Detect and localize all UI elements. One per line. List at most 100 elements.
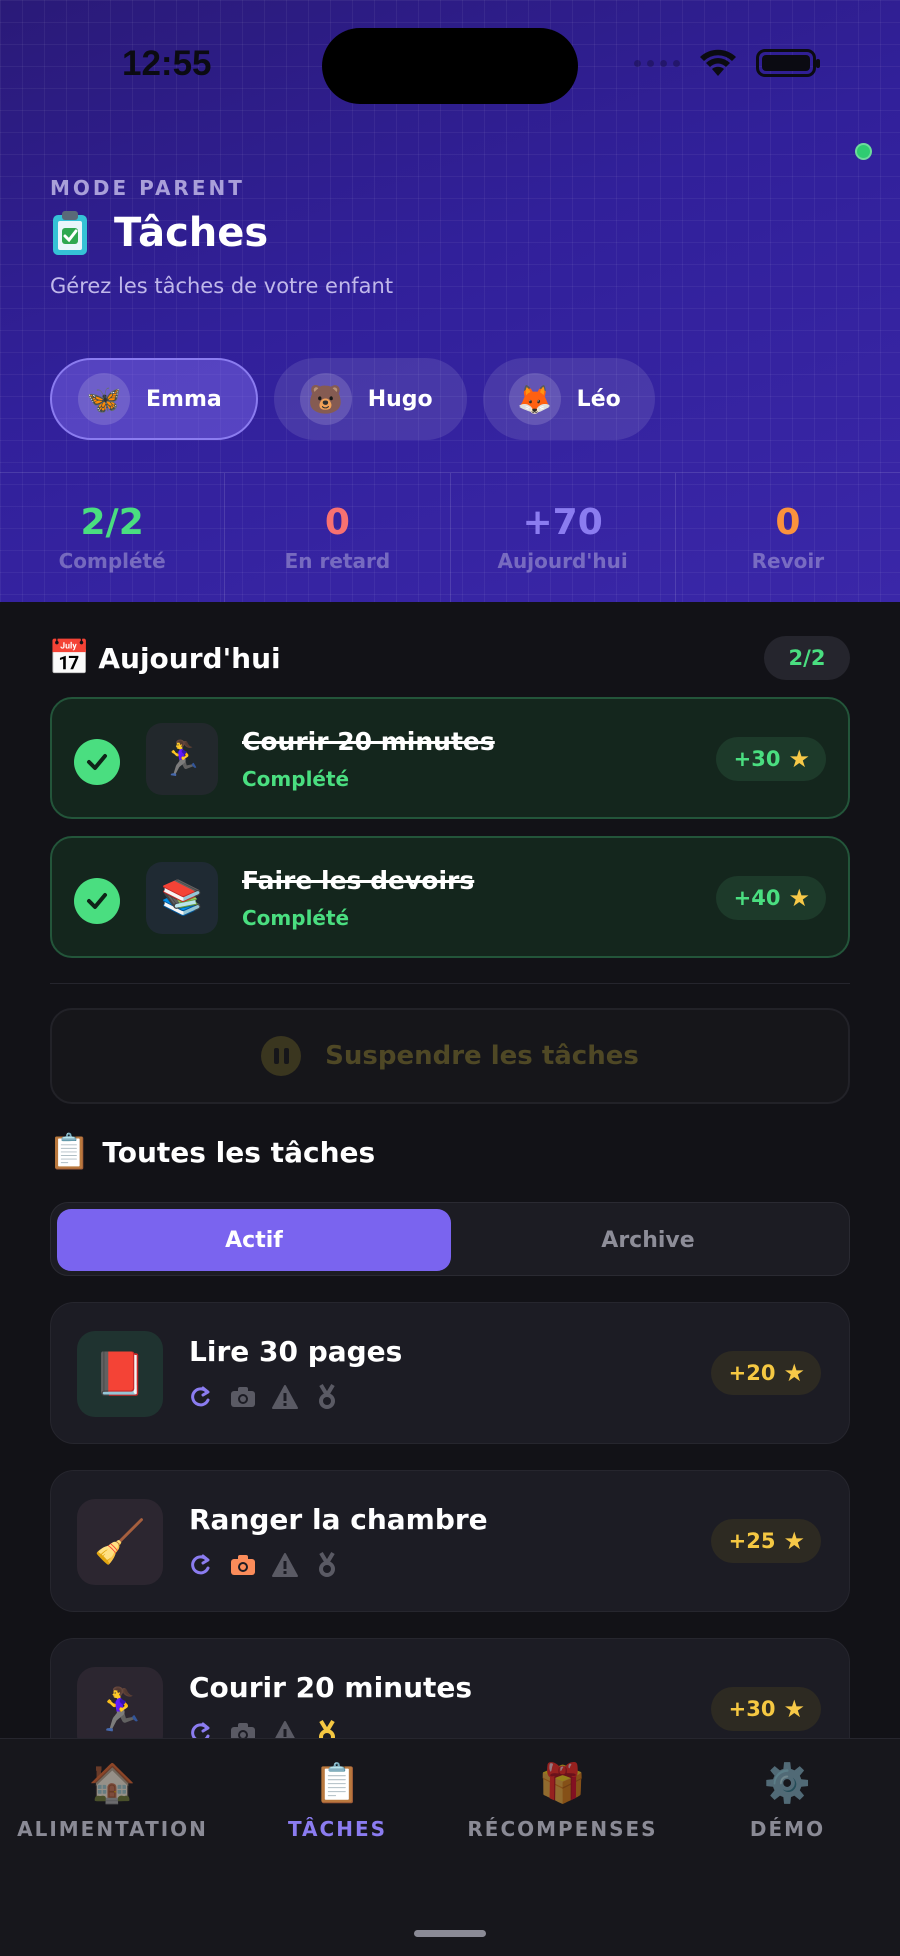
stat-value: +70 bbox=[522, 502, 603, 543]
running-icon: 🏃‍♀️ bbox=[77, 1667, 163, 1738]
wifi-icon bbox=[700, 49, 736, 76]
home-indicator[interactable] bbox=[414, 1930, 486, 1937]
task-card[interactable]: 🏃‍♀️ Courir 20 minutes +30 ★ bbox=[50, 1638, 850, 1738]
child-profile-selector: 🦋 Emma 🐻 Hugo 🦊 Léo bbox=[50, 358, 655, 440]
stat-today: +70 Aujourd'hui bbox=[451, 473, 676, 602]
running-icon: 🏃‍♀️ bbox=[146, 723, 218, 795]
gift-icon: 🎁 bbox=[538, 1760, 587, 1805]
status-time: 12:55 bbox=[122, 44, 212, 83]
bear-avatar-icon: 🐻 bbox=[299, 373, 352, 425]
profile-hugo[interactable]: 🐻 Hugo bbox=[273, 358, 467, 440]
task-status: Complété bbox=[242, 906, 350, 930]
star-icon: ★ bbox=[783, 1527, 805, 1555]
star-icon: ★ bbox=[788, 745, 810, 773]
stat-review: 0 Revoir bbox=[676, 473, 900, 602]
nav-item-alimentation[interactable]: 🏠 ALIMENTATION bbox=[0, 1759, 225, 1842]
books-icon: 📚 bbox=[146, 862, 218, 934]
clipboard-icon: 📋 bbox=[313, 1760, 362, 1805]
nav-item-demo[interactable]: ⚙️ DÉMO bbox=[675, 1759, 900, 1842]
battery-icon bbox=[756, 49, 820, 77]
star-icon: ★ bbox=[783, 1359, 805, 1387]
today-task-card[interactable]: 📚 Faire les devoirs Complété +40 ★ bbox=[50, 836, 850, 958]
task-title: Courir 20 minutes bbox=[242, 727, 495, 756]
stat-label: Revoir bbox=[751, 549, 825, 573]
medal-icon bbox=[319, 1551, 335, 1577]
repeat-icon bbox=[191, 1722, 210, 1738]
task-status: Complété bbox=[242, 767, 350, 791]
repeat-icon bbox=[191, 1386, 210, 1407]
stats-bar: 2/2 Complété 0 En retard +70 Aujourd'hui… bbox=[0, 472, 900, 602]
broom-icon: 🧹 bbox=[77, 1499, 163, 1585]
profile-emma[interactable]: 🦋 Emma bbox=[50, 358, 258, 440]
task-card[interactable]: 🧹 Ranger la chambre +25 ★ bbox=[50, 1470, 850, 1612]
stat-label: Complété bbox=[58, 549, 166, 573]
checkmark-icon[interactable] bbox=[74, 739, 120, 785]
task-card[interactable]: 📕 Lire 30 pages +20 ★ bbox=[50, 1302, 850, 1444]
nav-label: DÉMO bbox=[749, 1817, 826, 1841]
house-icon: 🏠 bbox=[88, 1760, 137, 1805]
star-icon: ★ bbox=[783, 1695, 805, 1723]
section-title: Aujourd'hui bbox=[98, 641, 281, 675]
nav-item-taches[interactable]: 📋 TÂCHES bbox=[225, 1759, 450, 1842]
medal-icon bbox=[319, 1383, 335, 1409]
stat-label: Aujourd'hui bbox=[497, 549, 628, 573]
fox-avatar-icon: 🦊 bbox=[508, 373, 561, 425]
medal-icon bbox=[319, 1719, 335, 1738]
points-value: +30 bbox=[733, 747, 781, 771]
task-list-scroll[interactable]: 📕 Lire 30 pages +20 ★ 🧹 Ranger la chambr… bbox=[0, 1040, 900, 1738]
header: 12:55 MODE PARENT Tâches Gérez les tâche… bbox=[0, 0, 900, 602]
star-icon: ★ bbox=[788, 884, 810, 912]
online-status-dot bbox=[855, 143, 872, 160]
camera-icon bbox=[231, 1387, 255, 1407]
stat-completed: 2/2 Complété bbox=[0, 473, 226, 602]
nav-label: TÂCHES bbox=[287, 1817, 388, 1841]
task-title: Courir 20 minutes bbox=[189, 1671, 473, 1704]
page-subtitle: Gérez les tâches de votre enfant bbox=[50, 274, 394, 298]
today-task-card[interactable]: 🏃‍♀️ Courir 20 minutes Complété +30 ★ bbox=[50, 697, 850, 819]
stat-label: En retard bbox=[284, 549, 391, 573]
nav-label: RÉCOMPENSES bbox=[467, 1817, 658, 1841]
nav-label: ALIMENTATION bbox=[17, 1817, 208, 1841]
stat-value: 0 bbox=[775, 502, 801, 543]
stat-late: 0 En retard bbox=[225, 473, 451, 602]
profile-name: Emma bbox=[146, 386, 222, 412]
warning-icon bbox=[272, 1553, 298, 1577]
checkmark-icon[interactable] bbox=[74, 878, 120, 924]
points-value: +30 bbox=[728, 1697, 776, 1721]
stat-value: 2/2 bbox=[80, 502, 144, 543]
clipboard-check-icon bbox=[53, 211, 87, 255]
today-section-header: 📅 Aujourd'hui bbox=[48, 638, 281, 678]
dynamic-island bbox=[322, 28, 578, 104]
title-row: Tâches bbox=[50, 210, 268, 256]
points-badge: +20 ★ bbox=[710, 1351, 821, 1395]
points-badge: +30 ★ bbox=[715, 737, 826, 781]
bottom-navigation: 🏠 ALIMENTATION 📋 TÂCHES 🎁 RÉCOMPENSES ⚙️… bbox=[0, 1738, 900, 1956]
task-flags bbox=[187, 1383, 341, 1411]
camera-icon bbox=[231, 1555, 255, 1575]
points-value: +25 bbox=[728, 1529, 776, 1553]
task-title: Faire les devoirs bbox=[242, 866, 475, 895]
warning-icon bbox=[272, 1385, 298, 1409]
task-title: Lire 30 pages bbox=[189, 1335, 403, 1368]
profile-name: Léo bbox=[576, 386, 621, 412]
status-icons bbox=[634, 48, 820, 78]
points-badge: +25 ★ bbox=[710, 1519, 821, 1563]
repeat-icon bbox=[191, 1554, 210, 1575]
task-title: Ranger la chambre bbox=[189, 1503, 488, 1536]
page-title: Tâches bbox=[114, 210, 269, 256]
mode-label: MODE PARENT bbox=[50, 176, 245, 200]
section-divider bbox=[50, 983, 850, 984]
gear-icon: ⚙️ bbox=[763, 1760, 812, 1805]
profile-leo[interactable]: 🦊 Léo bbox=[482, 358, 655, 440]
stat-value: 0 bbox=[324, 502, 350, 543]
points-value: +40 bbox=[733, 886, 781, 910]
calendar-icon: 📅 bbox=[48, 638, 91, 678]
points-badge: +30 ★ bbox=[710, 1687, 821, 1731]
today-count-badge: 2/2 bbox=[764, 636, 850, 680]
warning-icon bbox=[275, 1721, 295, 1738]
camera-icon bbox=[231, 1723, 255, 1738]
profile-name: Hugo bbox=[367, 386, 433, 412]
points-badge: +40 ★ bbox=[715, 876, 826, 920]
nav-item-recompenses[interactable]: 🎁 RÉCOMPENSES bbox=[450, 1759, 675, 1842]
task-flags bbox=[187, 1719, 341, 1738]
